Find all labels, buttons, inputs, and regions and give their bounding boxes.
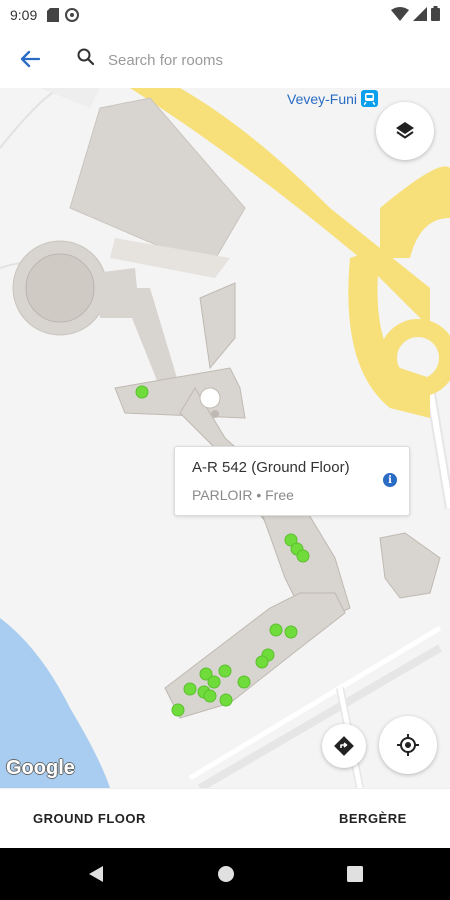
battery-icon — [431, 6, 440, 21]
room-marker — [296, 549, 310, 563]
room-marker — [219, 693, 233, 707]
room-marker — [203, 689, 217, 703]
wifi-icon — [391, 6, 409, 21]
nav-home-button[interactable] — [214, 862, 238, 886]
sync-icon — [65, 8, 80, 22]
status-bar: 9:09 — [0, 0, 450, 30]
nav-recents-icon — [347, 866, 363, 882]
status-icons-right — [391, 6, 440, 21]
info-icon[interactable]: i — [383, 473, 397, 487]
room-subtitle: PARLOIR • Free — [192, 487, 294, 503]
google-attribution: Google — [6, 757, 75, 779]
floor-ground-floor-button[interactable]: GROUND FLOOR — [33, 811, 146, 826]
directions-button[interactable] — [322, 724, 366, 768]
layers-icon — [396, 122, 414, 139]
floor-bergere-button[interactable]: BERGÈRE — [339, 811, 407, 826]
back-arrow-icon — [20, 50, 40, 68]
layers-button[interactable] — [376, 102, 434, 160]
room-marker — [255, 655, 269, 669]
map-view[interactable]: Vevey-Funi A-R 542 (Ground Floor) PARLOI… — [0, 88, 450, 788]
floor-selector: GROUND FLOOR BERGÈRE — [0, 788, 450, 849]
room-marker — [237, 675, 251, 689]
map-canvas — [0, 88, 450, 788]
room-title: A-R 542 (Ground Floor) — [192, 459, 350, 476]
status-icons-left — [47, 8, 80, 22]
search-bar — [0, 30, 450, 89]
nav-recents-button[interactable] — [343, 862, 367, 886]
status-time: 9:09 — [10, 7, 38, 23]
room-info-card[interactable]: A-R 542 (Ground Floor) PARLOIR • Free i — [174, 446, 410, 516]
room-marker — [171, 703, 185, 717]
sd-card-icon — [47, 8, 60, 22]
my-location-button[interactable] — [379, 716, 437, 774]
room-marker — [135, 385, 149, 399]
nav-back-icon — [89, 866, 103, 882]
nav-home-icon — [218, 866, 234, 882]
directions-icon — [334, 736, 354, 756]
search-input[interactable] — [106, 44, 410, 76]
my-location-icon — [397, 734, 419, 756]
back-button[interactable] — [12, 44, 48, 74]
room-marker — [269, 623, 283, 637]
signal-icon — [413, 6, 427, 21]
metro-icon — [361, 90, 379, 107]
system-nav-bar — [0, 848, 450, 900]
room-marker — [218, 664, 232, 678]
station-label[interactable]: Vevey-Funi — [287, 90, 379, 107]
station-name: Vevey-Funi — [287, 90, 358, 107]
room-marker — [284, 625, 298, 639]
room-marker — [183, 682, 197, 696]
room-marker — [207, 675, 221, 689]
search-icon — [77, 48, 95, 66]
nav-back-button[interactable] — [84, 862, 108, 886]
